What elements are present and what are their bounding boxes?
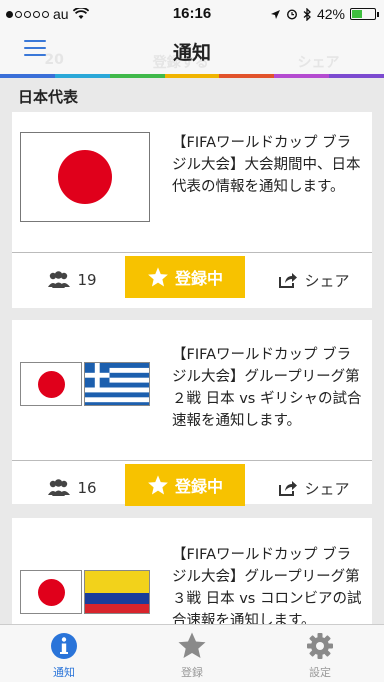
- colombia-flag-image: [84, 570, 150, 614]
- notification-card[interactable]: 【FIFAワールドカップ ブラジル大会】大会期間中、日本代表の情報を通知します。…: [12, 112, 372, 308]
- tab-label: 登録: [181, 666, 203, 679]
- bluetooth-icon: [303, 7, 311, 21]
- register-label: 登録中: [174, 477, 223, 496]
- people-icon: [48, 271, 71, 288]
- share-label: シェア: [304, 271, 350, 290]
- japan-flag-image: [20, 132, 150, 222]
- gear-icon: [307, 633, 333, 659]
- tab-label: 設定: [309, 666, 331, 679]
- share-icon: [279, 273, 298, 288]
- greece-flag-image: [84, 362, 150, 406]
- members-count[interactable]: 19: [32, 253, 112, 307]
- japan-flag-image: [20, 570, 82, 614]
- share-button[interactable]: シェア: [264, 461, 364, 515]
- card-description: 【FIFAワールドカップ ブラジル大会】グループリーグ第２戦 日本 vs ギリシ…: [172, 347, 362, 429]
- info-icon: [51, 633, 77, 659]
- card-description: 【FIFAワールドカップ ブラジル大会】大会期間中、日本代表の情報を通知します。: [172, 135, 361, 195]
- tab-bar: 通知 登録 設定: [0, 624, 384, 682]
- card-description: 【FIFAワールドカップ ブラジル大会】グループリーグ第３戦 日本 vs コロン…: [172, 547, 362, 624]
- members-count[interactable]: 16: [32, 461, 112, 515]
- register-button[interactable]: 登録中: [125, 464, 245, 506]
- battery-icon: [350, 8, 379, 20]
- tab-settings[interactable]: 設定: [256, 625, 384, 682]
- status-bar: au 16:16 42%: [0, 0, 384, 28]
- star-icon: [148, 267, 168, 287]
- star-icon: [148, 475, 168, 495]
- navigation-bar: 20 登録する シェア 通知: [0, 28, 384, 74]
- card-actions: 19 登録中 シェア: [12, 252, 372, 306]
- alarm-icon: [286, 9, 297, 20]
- notification-card[interactable]: 【FIFAワールドカップ ブラジル大会】グループリーグ第３戦 日本 vs コロン…: [12, 518, 372, 624]
- star-icon: [178, 632, 206, 658]
- section-header: 日本代表: [0, 78, 384, 112]
- location-arrow-icon: [270, 9, 280, 19]
- members-count-label: 19: [77, 271, 97, 289]
- tab-registered[interactable]: 登録: [128, 625, 256, 682]
- register-label: 登録中: [174, 269, 223, 288]
- register-button[interactable]: 登録中: [125, 256, 245, 298]
- card-actions: 16 登録中 シェア: [12, 460, 372, 514]
- tab-notifications[interactable]: 通知: [0, 625, 128, 682]
- japan-flag-image: [20, 362, 82, 406]
- share-label: シェア: [304, 479, 350, 498]
- people-icon: [48, 479, 71, 496]
- notification-card[interactable]: 【FIFAワールドカップ ブラジル大会】グループリーグ第２戦 日本 vs ギリシ…: [12, 320, 372, 506]
- battery-percent: 42%: [316, 6, 345, 22]
- members-count-label: 16: [77, 479, 97, 497]
- page-title: 通知: [172, 42, 211, 64]
- share-button[interactable]: シェア: [264, 253, 364, 307]
- share-icon: [279, 481, 298, 496]
- tab-label: 通知: [53, 666, 75, 679]
